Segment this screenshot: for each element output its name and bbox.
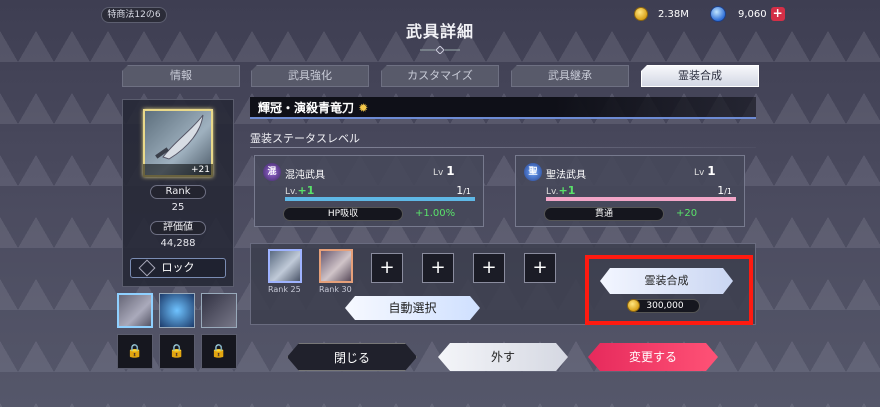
coin-resource: 2.38M <box>634 5 689 23</box>
tab-customize[interactable]: カスタマイズ <box>381 65 499 87</box>
weapon-level: +21 <box>143 164 213 177</box>
locked-slot-3[interactable]: 🔒 <box>201 334 237 369</box>
weapon-name-bar: 輝冠・演殺青竜刀 ✹ <box>250 97 756 119</box>
material-slot-1[interactable] <box>268 249 302 283</box>
coin-icon <box>627 299 640 312</box>
eval-value: 44,288 <box>160 238 196 249</box>
gem-amount: 9,060 <box>738 8 767 20</box>
locked-slot-2[interactable]: 🔒 <box>159 334 195 369</box>
tab-enhance[interactable]: 武具強化 <box>251 65 369 87</box>
gem-icon <box>710 6 726 22</box>
padlock-icon: 🔒 <box>168 344 186 359</box>
section-title: 霊装ステータスレベル <box>250 132 360 145</box>
card-effect: HP吸収 <box>283 207 403 221</box>
eval-label: 評価値 <box>150 221 206 235</box>
equip-slot-3[interactable] <box>201 293 237 328</box>
card-name: 混沌武具 <box>285 170 325 181</box>
material-rank-2: Rank 30 <box>319 285 352 294</box>
tab-inherit[interactable]: 武具継承 <box>511 65 629 87</box>
equip-slot-1[interactable] <box>117 293 153 328</box>
card-effect-value: +20 <box>676 208 698 219</box>
tab-info[interactable]: 情報 <box>122 65 240 87</box>
auto-select-button[interactable]: 自動選択 <box>345 296 480 320</box>
add-material-slot-2[interactable]: + <box>422 253 454 283</box>
title-ornament <box>420 46 460 54</box>
card-level: Lv 1 <box>694 164 716 178</box>
gem-resource: 9,060 + <box>710 5 785 23</box>
add-material-slot-3[interactable]: + <box>473 253 505 283</box>
coin-icon <box>634 7 648 21</box>
chaos-icon: 混 <box>263 163 281 181</box>
coin-amount: 2.38M <box>658 8 689 20</box>
equip-slot-2[interactable] <box>159 293 195 328</box>
locked-slot-1[interactable]: 🔒 <box>117 334 153 369</box>
holy-icon: 聖 <box>524 163 542 181</box>
card-level-row: Lv.+1 <box>285 184 315 197</box>
rank-label: Rank <box>150 185 206 199</box>
sword-icon <box>155 114 204 160</box>
card-name: 聖法武具 <box>546 170 586 181</box>
lock-button[interactable]: ロック <box>130 258 226 278</box>
padlock-icon: 🔒 <box>126 344 144 359</box>
card-effect: 貫通 <box>544 207 664 221</box>
card-progress: 1/1 <box>717 184 732 197</box>
rank-value: 25 <box>171 202 185 213</box>
spirit-fusion-button[interactable]: 霊装合成 <box>600 268 733 294</box>
card-progress-bar <box>546 197 736 201</box>
status-card-holy: 聖 聖法武具 Lv 1 Lv.+1 1/1 貫通 +20 <box>515 155 745 227</box>
change-button[interactable]: 変更する <box>588 343 718 371</box>
padlock-icon: 🔒 <box>210 344 228 359</box>
add-material-slot-1[interactable]: + <box>371 253 403 283</box>
add-gems-button[interactable]: + <box>770 7 785 21</box>
lock-diamond-icon <box>138 259 156 277</box>
close-button[interactable]: 閉じる <box>287 343 417 371</box>
section-divider <box>250 147 756 148</box>
card-progress: 1/1 <box>456 184 471 197</box>
status-card-chaos: 混 混沌武具 Lv 1 Lv.+1 1/1 HP吸収 +1.00% <box>254 155 484 227</box>
remove-button[interactable]: 外す <box>438 343 568 371</box>
fusion-cost: 300,000 <box>627 299 700 313</box>
material-rank-1: Rank 25 <box>268 285 301 294</box>
card-level: Lv 1 <box>433 164 455 178</box>
card-progress-bar <box>285 197 475 201</box>
material-slot-2[interactable] <box>319 249 353 283</box>
weapon-name: 輝冠・演殺青竜刀 <box>258 101 355 115</box>
add-material-slot-4[interactable]: + <box>524 253 556 283</box>
tab-spirit-fusion[interactable]: 霊装合成 <box>641 65 759 87</box>
card-level-row: Lv.+1 <box>546 184 576 197</box>
star-icon: ✹ <box>358 101 369 115</box>
card-effect-value: +1.00% <box>415 208 456 219</box>
lock-label: ロック <box>161 261 195 274</box>
